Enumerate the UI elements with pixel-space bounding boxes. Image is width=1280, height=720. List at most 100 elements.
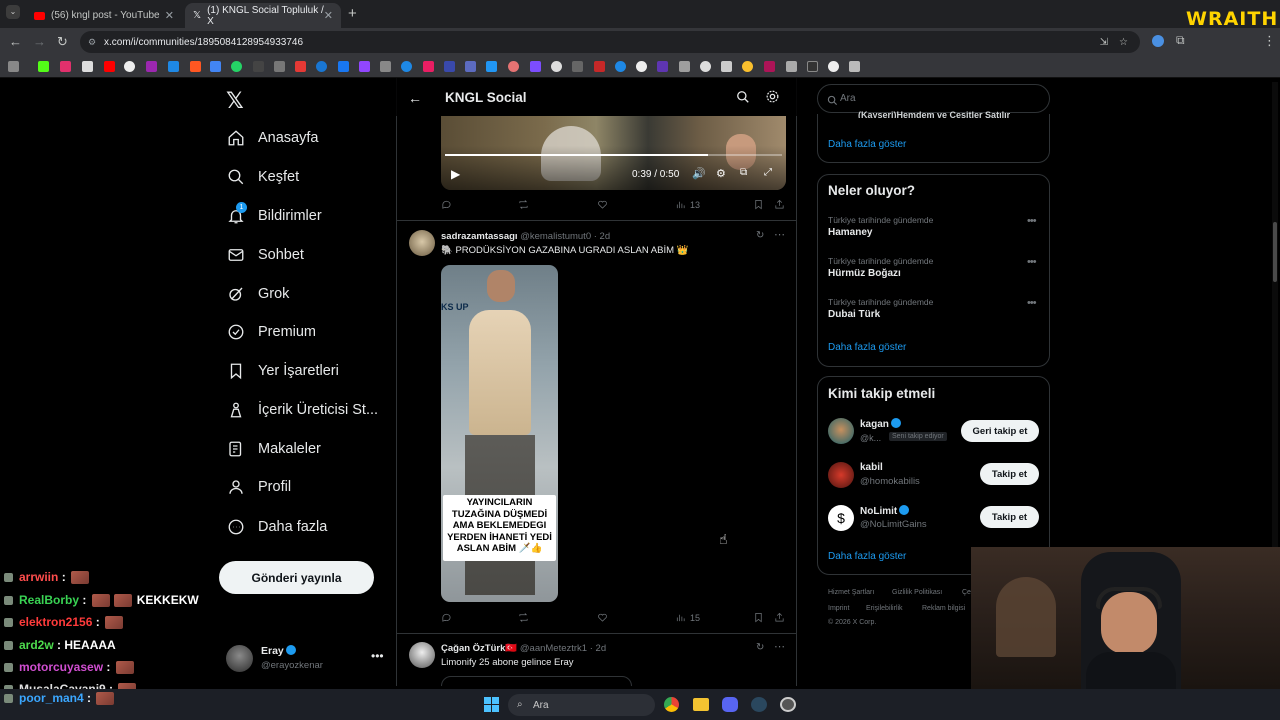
volume-icon[interactable]: 🔊 — [692, 167, 706, 180]
suggestion-name[interactable]: NoLimit — [860, 505, 910, 517]
bookmark-icon[interactable] — [146, 61, 157, 72]
site-info-icon[interactable]: ⚙ — [88, 37, 96, 48]
bookmark-translate-icon[interactable] — [210, 61, 221, 72]
views-button[interactable]: 13 — [675, 199, 700, 210]
bookmark-kick-icon[interactable] — [38, 61, 49, 72]
apps-grid-icon[interactable] — [8, 61, 19, 72]
extensions-puzzle-icon[interactable]: ⧉ — [1176, 33, 1185, 48]
bookmark-icon[interactable] — [253, 61, 264, 72]
close-tab-icon[interactable]: ✕ — [165, 9, 174, 22]
share-button[interactable] — [774, 612, 785, 623]
bookmark-icon[interactable] — [786, 61, 797, 72]
steam-icon[interactable] — [751, 697, 767, 712]
footer-link[interactable]: Gizlilik Politikası — [892, 589, 942, 596]
browser-menu-icon[interactable]: ⋮ — [1263, 33, 1276, 49]
nav-bookmarks[interactable]: Yer İşaretleri — [226, 356, 339, 386]
bookmark-icon[interactable] — [508, 61, 519, 72]
footer-link[interactable]: Reklam bilgisi — [922, 605, 965, 612]
back-icon[interactable]: ← — [9, 34, 22, 49]
bookmark-icon[interactable] — [274, 61, 285, 72]
bookmark-icon[interactable] — [551, 61, 562, 72]
discord-icon[interactable] — [722, 697, 738, 712]
bookmark-icon[interactable] — [316, 61, 327, 72]
tab-search-icon[interactable]: ⌄ — [6, 5, 20, 19]
bookmark-icon[interactable] — [721, 61, 732, 72]
suggestion-name[interactable]: kabil — [860, 462, 883, 473]
more-options-icon[interactable]: ⋯ — [774, 228, 785, 241]
back-arrow-icon[interactable]: ← — [408, 90, 422, 106]
bookmark-icon[interactable] — [849, 61, 860, 72]
x-logo-icon[interactable]: 𝕏 — [226, 88, 244, 114]
post-embed[interactable] — [441, 676, 632, 686]
nav-premium[interactable]: Premium — [226, 317, 316, 347]
bookmark-x-icon[interactable] — [82, 61, 93, 72]
bookmark-reddit-icon[interactable] — [190, 61, 201, 72]
bookmark-icon[interactable] — [295, 61, 306, 72]
bookmark-icon[interactable] — [679, 61, 690, 72]
author-name[interactable]: sadrazamtassagı — [441, 231, 518, 242]
footer-link[interactable]: Erişilebilirlik — [866, 605, 903, 612]
bookmark-icon[interactable] — [444, 61, 455, 72]
forward-icon[interactable]: → — [33, 34, 46, 49]
nav-creator-studio[interactable]: İçerik Üreticisi St... — [226, 395, 378, 425]
bookmark-button[interactable] — [753, 199, 764, 210]
video-progress-track[interactable] — [445, 154, 782, 156]
bookmark-icon[interactable] — [807, 61, 818, 72]
nav-chat[interactable]: Sohbet — [226, 240, 304, 270]
file-explorer-icon[interactable] — [693, 698, 709, 711]
nav-notifications[interactable]: 1 Bildirimler — [226, 201, 322, 231]
bookmark-icon[interactable] — [742, 61, 753, 72]
tab-youtube[interactable]: (56) kngl post - YouTube ✕ — [26, 3, 182, 28]
bookmark-facebook-icon[interactable] — [338, 61, 349, 72]
author-handle[interactable]: @aanMeteztrk1 — [520, 643, 587, 654]
suggestion-name[interactable]: kagan — [860, 418, 901, 430]
show-more-link[interactable]: Daha fazla göster — [828, 139, 906, 150]
nav-explore[interactable]: Keşfet — [226, 162, 299, 192]
footer-link[interactable]: Imprint — [828, 605, 849, 612]
search-field[interactable]: Ara — [817, 84, 1050, 113]
repost-button[interactable] — [518, 199, 529, 210]
post-card[interactable]: Çağan ÖzTürk🇹🇷 @aanMeteztrk1 · 2d ↻ ⋯ Li… — [397, 634, 796, 686]
avatar[interactable] — [828, 462, 854, 488]
trend-more-icon[interactable]: ••• — [1027, 215, 1037, 227]
share-button[interactable] — [774, 199, 785, 210]
author-handle[interactable]: @kemalistumut0 — [520, 231, 591, 242]
nav-more[interactable]: Daha fazla — [226, 512, 327, 542]
bookmark-google-icon[interactable] — [124, 61, 135, 72]
bookmark-icon[interactable] — [764, 61, 775, 72]
trend-name[interactable]: Dubai Türk — [828, 309, 880, 320]
more-options-icon[interactable]: ••• — [371, 649, 384, 663]
like-button[interactable] — [597, 199, 608, 210]
repost-button[interactable] — [518, 612, 529, 623]
trend-name[interactable]: Hamaney — [828, 227, 872, 238]
bookmark-whatsapp-icon[interactable] — [231, 61, 242, 72]
footer-link[interactable]: Çe — [962, 589, 971, 596]
scrollbar-thumb[interactable] — [1273, 222, 1277, 282]
chrome-taskbar-icon[interactable] — [664, 697, 679, 712]
bookmark-icon[interactable] — [636, 61, 647, 72]
author-name[interactable]: Çağan ÖzTürk — [441, 643, 505, 654]
avatar[interactable] — [828, 418, 854, 444]
post-button[interactable]: Gönderi yayınla — [219, 561, 374, 594]
reply-button[interactable] — [441, 199, 452, 210]
url-field[interactable]: ⚙ x.com/i/communities/189508412895493374… — [80, 31, 1140, 53]
grok-post-icon[interactable]: ↻ — [756, 230, 764, 241]
bookmark-icon[interactable] — [572, 61, 583, 72]
reload-icon[interactable]: ↻ — [57, 34, 68, 50]
search-icon[interactable] — [736, 90, 750, 109]
bookmark-icon[interactable] — [615, 61, 626, 72]
grok-post-icon[interactable]: ↻ — [756, 642, 764, 653]
follow-back-button[interactable]: Geri takip et — [961, 420, 1039, 442]
nav-profile[interactable]: Profil — [226, 472, 291, 502]
bookmark-icon[interactable] — [700, 61, 711, 72]
trend-more-icon[interactable]: ••• — [1027, 256, 1037, 268]
reply-button[interactable] — [441, 612, 452, 623]
star-bookmark-icon[interactable]: ☆ — [1119, 37, 1128, 48]
windows-start-icon[interactable] — [484, 697, 499, 712]
follow-button[interactable]: Takip et — [980, 506, 1039, 528]
bookmark-icon[interactable] — [594, 61, 605, 72]
bookmark-icon[interactable] — [465, 61, 476, 72]
post-image[interactable]: KS UP YAYINCILARIN TUZAĞINA DÜŞMEDİ AMA … — [441, 265, 558, 602]
bookmark-icon[interactable] — [380, 61, 391, 72]
extension-icon[interactable] — [1152, 35, 1164, 47]
